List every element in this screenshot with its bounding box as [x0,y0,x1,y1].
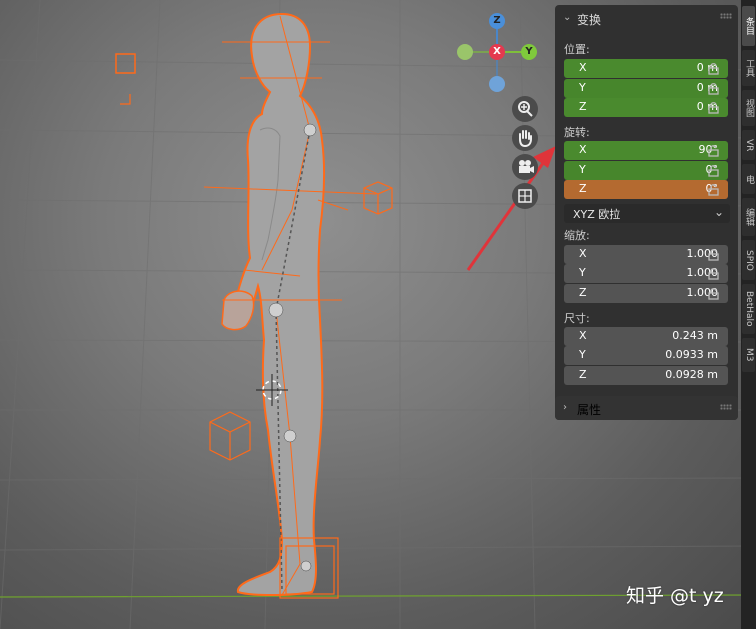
lock-icon[interactable] [708,267,722,280]
zoom-icon[interactable] [512,96,538,122]
tab-dian[interactable]: 电 [742,164,755,194]
transform-panel: ⌄ 变换 位置: X0 m Y0 m Z0 m 旋转: X 90° Y 0° Z 0°… [555,5,738,420]
scale-label: 缩放: [564,229,590,242]
chevron-down-icon: ⌄ [713,205,724,219]
transform-panel-title: 变换 [577,13,602,27]
lock-icon[interactable] [708,82,722,95]
properties-panel-title: 属性 [577,403,602,417]
drag-handle-icon[interactable] [720,404,732,410]
tab-tool[interactable]: 工具 [742,50,755,86]
location-z-field[interactable]: Z0 m [564,98,728,117]
scale-y-field[interactable]: Y 1.000 [564,264,728,283]
lock-icon[interactable] [708,101,722,114]
location-label: 位置: [564,43,590,56]
tab-edit[interactable]: 编辑 [742,198,755,236]
tab-vr[interactable]: VR [742,130,755,160]
dimensions-label: 尺寸: [564,312,590,325]
gizmo-x-ball[interactable]: X [489,44,505,60]
transform-panel-header[interactable]: ⌄ 变换 [555,5,738,31]
scale-x-field[interactable]: X 1.000 [564,245,728,264]
tab-bethalo[interactable]: BetHalo [742,284,755,334]
scale-z-field[interactable]: Z 1.000 [564,284,728,303]
dimensions-z-field[interactable]: Z 0.0928 m [564,366,728,385]
tab-m3[interactable]: M3 [742,338,755,372]
lock-icon[interactable] [708,287,722,300]
rotation-x-field[interactable]: X 90° [564,141,728,160]
gizmo-neg-z-ball[interactable] [489,76,505,92]
rotation-y-field[interactable]: Y 0° [564,161,728,180]
properties-panel-header[interactable]: › 属性 [555,396,738,420]
dimensions-y-field[interactable]: Y 0.0933 m [564,346,728,365]
lock-icon[interactable] [708,183,722,196]
sidebar-tabs: 条目 工具 视图 VR 电 编辑 SPIO BetHalo M3 [741,0,756,629]
chevron-down-icon[interactable]: ⌄ [563,12,571,23]
tab-view[interactable]: 视图 [742,90,755,126]
tab-spio[interactable]: SPIO [742,240,755,280]
grid-icon[interactable] [512,183,538,209]
chevron-right-icon[interactable]: › [563,402,567,413]
rotation-mode-select[interactable]: XYZ 欧拉 ⌄ [564,204,730,223]
lock-icon[interactable] [708,248,722,261]
drag-handle-icon[interactable] [720,13,732,19]
location-y-field[interactable]: Y0 m [564,79,728,98]
rotation-z-field[interactable]: Z 0° [564,180,728,199]
tab-item[interactable]: 条目 [742,6,755,46]
dimensions-x-field[interactable]: X 0.243 m [564,327,728,346]
rotation-label: 旋转: [564,126,590,139]
lock-icon[interactable] [708,62,722,75]
lock-icon[interactable] [708,164,722,177]
location-x-field[interactable]: X0 m [564,59,728,78]
watermark: 知乎 @t yz [626,585,724,607]
hand-icon[interactable] [512,125,538,151]
gizmo-z-ball[interactable]: Z [489,13,505,29]
camera-icon[interactable] [512,154,538,180]
empty-object [115,53,136,74]
lock-icon[interactable] [708,144,722,157]
gizmo-neg-y-ball[interactable] [457,44,473,60]
gizmo-y-ball[interactable]: Y [521,44,537,60]
